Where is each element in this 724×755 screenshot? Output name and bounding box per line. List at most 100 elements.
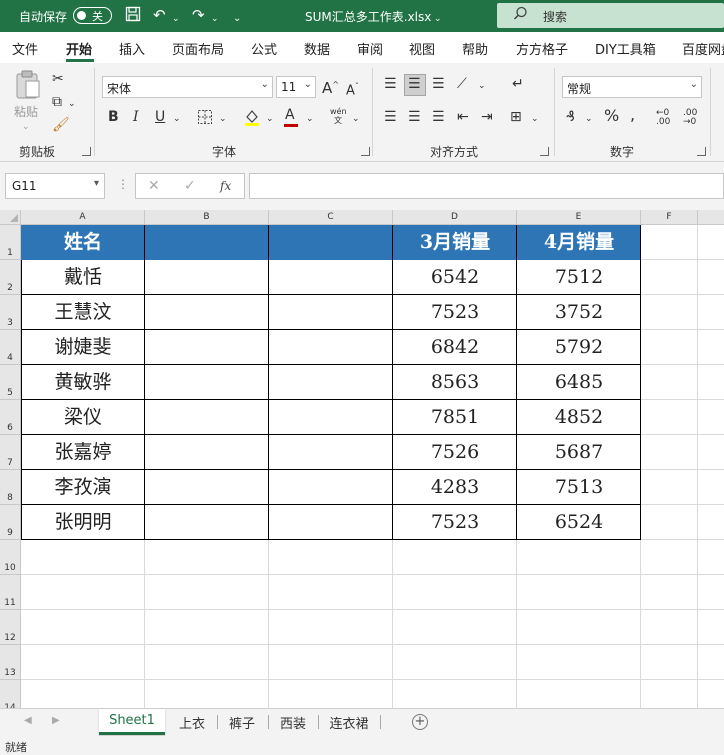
- cell-march[interactable]: 6542: [393, 260, 517, 295]
- alignment-launcher-icon[interactable]: [540, 147, 549, 156]
- cell-april[interactable]: 3752: [517, 295, 641, 330]
- header-cell-name[interactable]: 姓名: [21, 225, 145, 260]
- column-header-e[interactable]: E: [517, 210, 641, 225]
- cell-april[interactable]: 7513: [517, 470, 641, 505]
- underline-button[interactable]: U: [155, 109, 165, 125]
- phonetic-dropdown-icon[interactable]: ⌄: [352, 111, 360, 127]
- tab-baidu-netdisk[interactable]: 百度网盘: [682, 39, 724, 58]
- italic-button[interactable]: I: [133, 109, 139, 125]
- row-header-10[interactable]: 10: [0, 540, 21, 575]
- next-sheet-icon[interactable]: ▶: [52, 715, 60, 726]
- cell-march[interactable]: 7523: [393, 295, 517, 330]
- sheet-tab-pants[interactable]: 裤子: [222, 709, 262, 735]
- align-center-icon[interactable]: ☰: [408, 109, 421, 125]
- accounting-format-icon[interactable]: ₰: [566, 109, 575, 125]
- add-sheet-icon[interactable]: +: [412, 714, 428, 730]
- cut-icon[interactable]: ✂: [52, 71, 64, 87]
- row-header-12[interactable]: 12: [0, 610, 21, 645]
- grow-font-icon[interactable]: A^: [322, 77, 339, 96]
- wrap-text-icon[interactable]: ↵: [512, 76, 524, 92]
- header-cell-march-sales[interactable]: 3月销量: [393, 225, 517, 260]
- clipboard-launcher-icon[interactable]: [82, 147, 91, 156]
- cell-april[interactable]: 5792: [517, 330, 641, 365]
- comma-style-icon[interactable]: ,: [630, 107, 635, 123]
- row-header-6[interactable]: 6: [0, 400, 21, 435]
- tab-fangfang[interactable]: 方方格子: [516, 39, 568, 58]
- phonetic-guide-icon[interactable]: wén 文: [330, 107, 347, 125]
- column-header-g[interactable]: [698, 210, 724, 225]
- redo-dropdown-icon[interactable]: ⌄: [211, 10, 219, 28]
- decrease-indent-icon[interactable]: ⇤: [457, 109, 469, 125]
- row-header-11[interactable]: 11: [0, 575, 21, 610]
- tab-review[interactable]: 审阅: [357, 39, 383, 58]
- borders-dropdown-icon[interactable]: ⌄: [219, 111, 227, 127]
- align-right-icon[interactable]: ☰: [432, 109, 445, 125]
- row-header-7[interactable]: 7: [0, 435, 21, 470]
- undo-dropdown-icon[interactable]: ⌄: [172, 10, 180, 28]
- row-header-14[interactable]: 14: [0, 680, 21, 708]
- paste-icon[interactable]: [14, 70, 42, 104]
- row-header-5[interactable]: 5: [0, 365, 21, 400]
- cancel-entry-icon[interactable]: ✕: [148, 178, 160, 194]
- select-all-button[interactable]: [0, 210, 21, 225]
- cell-name[interactable]: 张嘉婷: [21, 435, 145, 470]
- cell-march[interactable]: 7523: [393, 505, 517, 540]
- cell-april[interactable]: 5687: [517, 435, 641, 470]
- font-color-dropdown-icon[interactable]: ⌄: [306, 111, 314, 127]
- number-launcher-icon[interactable]: [697, 147, 706, 156]
- tab-view[interactable]: 视图: [409, 39, 435, 58]
- percent-style-button[interactable]: %: [604, 108, 619, 124]
- tab-file[interactable]: 文件: [12, 39, 38, 58]
- fill-color-dropdown-icon[interactable]: ⌄: [266, 111, 274, 127]
- tab-home[interactable]: 开始: [66, 39, 92, 58]
- cell-april[interactable]: 7512: [517, 260, 641, 295]
- cell-name[interactable]: 梁仪: [21, 400, 145, 435]
- cell-april[interactable]: 6485: [517, 365, 641, 400]
- tab-insert[interactable]: 插入: [119, 39, 145, 58]
- column-header-a[interactable]: A: [21, 210, 145, 225]
- column-header-f[interactable]: F: [641, 210, 698, 225]
- paste-label[interactable]: 粘贴: [14, 103, 38, 120]
- cell-name[interactable]: 李孜演: [21, 470, 145, 505]
- customize-qat-icon[interactable]: ⌄: [233, 10, 241, 28]
- cell-march[interactable]: 8563: [393, 365, 517, 400]
- merge-center-icon[interactable]: ⊞: [510, 109, 522, 125]
- name-box[interactable]: G11 ▾: [5, 173, 105, 199]
- number-format-select[interactable]: 常规 ⌄: [562, 76, 702, 98]
- orientation-dropdown-icon[interactable]: ⌄: [478, 78, 486, 94]
- sheet-tab-suits[interactable]: 西装: [273, 709, 313, 735]
- row-header-3[interactable]: 3: [0, 295, 21, 330]
- tab-data[interactable]: 数据: [304, 39, 330, 58]
- column-header-c[interactable]: C: [269, 210, 393, 225]
- font-launcher-icon[interactable]: [361, 147, 370, 156]
- header-cell-april-sales[interactable]: 4月销量: [517, 225, 641, 260]
- merge-dropdown-icon[interactable]: ⌄: [531, 111, 539, 127]
- redo-icon[interactable]: ↷: [192, 6, 205, 24]
- font-color-icon[interactable]: A: [284, 107, 298, 127]
- worksheet-grid[interactable]: A B C D E F 1 2 3 4 5 6 7 8 9 10 11 12 1…: [0, 210, 724, 708]
- decrease-decimal-icon[interactable]: .00 →0: [683, 109, 697, 127]
- header-cell-b[interactable]: [145, 225, 269, 260]
- sheet-tab-tops[interactable]: 上衣: [172, 709, 212, 735]
- row-header-8[interactable]: 8: [0, 470, 21, 505]
- shrink-font-icon[interactable]: Aˇ: [346, 79, 359, 99]
- copy-dropdown-icon[interactable]: ⌄: [68, 96, 76, 112]
- file-name[interactable]: SUM汇总多工作表.xlsx: [305, 8, 431, 25]
- tab-page-layout[interactable]: 页面布局: [172, 39, 224, 58]
- column-header-d[interactable]: D: [393, 210, 517, 225]
- align-top-icon[interactable]: ☰: [384, 76, 397, 92]
- cell-april[interactable]: 6524: [517, 505, 641, 540]
- autosave-toggle[interactable]: 关: [73, 7, 112, 24]
- prev-sheet-icon[interactable]: ◀: [24, 715, 32, 726]
- align-left-icon[interactable]: ☰: [384, 109, 397, 125]
- cell-name[interactable]: 黄敏骅: [21, 365, 145, 400]
- increase-indent-icon[interactable]: ⇥: [481, 109, 493, 125]
- font-size-select[interactable]: 11 ⌄: [276, 76, 316, 98]
- cell-march[interactable]: 7851: [393, 400, 517, 435]
- column-header-b[interactable]: B: [145, 210, 269, 225]
- save-icon[interactable]: [125, 6, 141, 26]
- paste-dropdown-icon[interactable]: ⌄: [22, 119, 30, 135]
- increase-decimal-icon[interactable]: ←0.00: [656, 109, 670, 127]
- align-middle-icon[interactable]: ☰: [408, 76, 421, 92]
- confirm-entry-icon[interactable]: ✓: [184, 178, 196, 194]
